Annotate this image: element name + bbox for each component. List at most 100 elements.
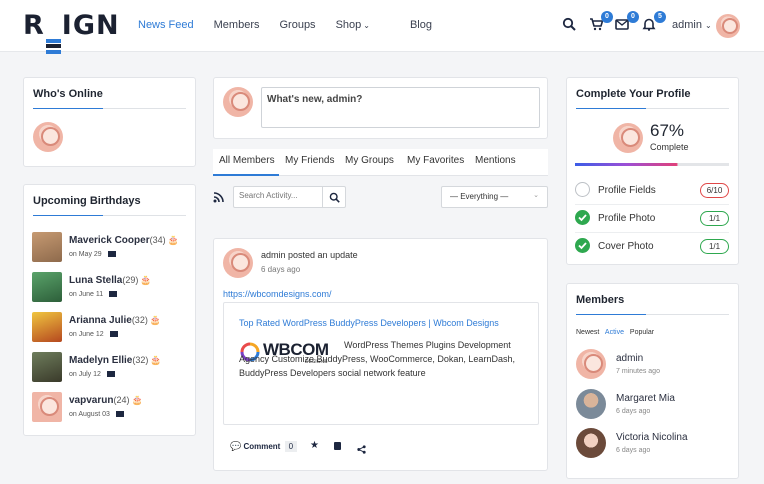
divider <box>576 108 729 109</box>
member-last-active: 6 days ago <box>616 408 651 415</box>
search-button[interactable] <box>322 187 345 207</box>
message-icon[interactable] <box>109 291 118 298</box>
nav-groups[interactable]: Groups <box>279 19 315 31</box>
birthday-name[interactable]: Arianna Julie <box>69 315 132 326</box>
member-photo[interactable] <box>32 312 62 342</box>
member-last-active: 6 days ago <box>616 447 651 454</box>
member-name[interactable]: Margaret Mia <box>616 393 675 404</box>
tab-my-favorites[interactable]: My Favorites <box>407 155 464 166</box>
filter-active[interactable]: Active <box>605 329 624 336</box>
bell-icon[interactable]: 5 <box>642 11 666 33</box>
cart-icon[interactable]: 0 <box>589 11 613 33</box>
comment-count: 0 <box>284 441 298 452</box>
post-link[interactable]: https://wbcomdesigns.com/ <box>223 289 332 299</box>
profile-item[interactable]: Cover Photo 1/1 <box>575 234 729 261</box>
profile-item[interactable]: Profile Fields 6/10 <box>575 178 729 205</box>
tab-all-members[interactable]: All Members <box>219 155 275 166</box>
preview-title[interactable]: Top Rated WordPress BuddyPress Developer… <box>239 318 499 328</box>
birthday-date: on June 12 <box>69 331 104 338</box>
user-menu[interactable]: admin ⌄ <box>672 19 712 31</box>
nav-news-feed[interactable]: News Feed <box>138 19 194 31</box>
nav-shop[interactable]: Shop ⌄ <box>336 19 390 31</box>
messages-icon[interactable]: 0 <box>615 11 639 33</box>
profile-item-label: Profile Photo <box>598 213 656 224</box>
birthday-name[interactable]: Madelyn Ellie <box>69 355 132 366</box>
birthday-item: vapvarun(24) 🎂 on August 03 <box>32 392 202 424</box>
activity-search-input[interactable] <box>239 191 319 200</box>
top-bar: R IGN News Feed Members Groups Shop ⌄ Blog… <box>0 0 764 54</box>
composer-avatar <box>223 87 253 117</box>
comment-button[interactable]: 💬 Comment 0 <box>230 441 298 452</box>
active-tab-indicator <box>213 174 279 176</box>
tab-my-groups[interactable]: My Groups <box>345 155 394 166</box>
member-avatar[interactable] <box>576 349 606 379</box>
tab-mentions[interactable]: Mentions <box>475 155 516 166</box>
filter-popular[interactable]: Popular <box>630 329 654 336</box>
member-photo[interactable] <box>32 352 62 382</box>
chevron-down-icon: ⌄ <box>533 192 539 199</box>
site-logo[interactable]: R IGN <box>23 12 120 54</box>
activity-filter-select[interactable]: — Everything — ⌄ <box>441 186 548 208</box>
filter-newest[interactable]: Newest <box>576 329 599 336</box>
message-icon[interactable] <box>106 371 115 378</box>
birthday-item: Madelyn Ellie(32) 🎂 on July 12 <box>32 352 202 384</box>
birthday-name[interactable]: Maverick Cooper <box>69 235 150 246</box>
birthday-item: Luna Stella(29) 🎂 on June 11 <box>32 272 202 304</box>
member-photo[interactable] <box>32 272 62 302</box>
member-photo[interactable] <box>32 392 62 422</box>
comment-icon: 💬 <box>230 441 242 451</box>
member-photo[interactable] <box>32 232 62 262</box>
profile-completion-title: Complete Your Profile <box>576 88 691 100</box>
birthday-name[interactable]: Luna Stella <box>69 275 122 286</box>
message-icon[interactable] <box>115 411 124 418</box>
chevron-down-icon: ⌄ <box>705 21 712 30</box>
birthday-item: Maverick Cooper(34) 🎂 on May 29 <box>32 232 202 264</box>
message-icon[interactable] <box>107 251 116 258</box>
post-author-avatar[interactable] <box>223 248 253 278</box>
profile-item-label: Cover Photo <box>598 241 654 252</box>
divider <box>33 215 186 216</box>
cake-icon: 🎂 <box>150 355 162 365</box>
profile-item-count: 1/1 <box>700 239 729 254</box>
message-icon[interactable] <box>109 331 118 338</box>
member-avatar[interactable] <box>576 428 606 458</box>
post-composer: What's new, admin? <box>213 77 548 139</box>
comment-label: Comment <box>243 442 281 451</box>
member-name[interactable]: admin <box>616 353 643 364</box>
post-time[interactable]: 6 days ago <box>261 265 300 274</box>
post-author[interactable]: admin <box>261 250 286 260</box>
profile-complete-label: Complete <box>650 142 689 152</box>
member-last-active: 7 minutes ago <box>616 368 660 375</box>
birthday-date: on May 29 <box>69 251 102 258</box>
share-icon[interactable] <box>357 441 366 459</box>
birthday-name[interactable]: vapvarun <box>69 395 113 406</box>
incomplete-circle-icon <box>575 182 590 197</box>
nav-members[interactable]: Members <box>214 19 260 31</box>
divider <box>33 108 186 109</box>
birthday-age: (34) <box>149 235 166 245</box>
whats-new-input[interactable]: What's new, admin? <box>261 87 540 128</box>
cake-icon: 🎂 <box>149 315 162 325</box>
profile-item-count: 6/10 <box>700 183 729 198</box>
tab-my-friends[interactable]: My Friends <box>285 155 334 166</box>
online-member-avatar[interactable] <box>33 122 63 152</box>
star-icon[interactable]: ★ <box>310 440 319 451</box>
birthdays-widget: Upcoming Birthdays Maverick Cooper(34) 🎂 … <box>23 184 196 436</box>
messages-count-badge: 0 <box>627 11 639 23</box>
filter-selected-value: — Everything — <box>450 192 509 201</box>
link-preview[interactable]: Top Rated WordPress BuddyPress Developer… <box>223 302 539 425</box>
search-icon[interactable] <box>562 17 578 33</box>
cake-icon: 🎂 <box>131 395 143 405</box>
birthday-date: on July 12 <box>69 371 101 378</box>
post-action: posted an update <box>288 250 358 260</box>
member-name[interactable]: Victoria Nicolina <box>616 432 688 443</box>
trash-icon[interactable] <box>334 442 341 450</box>
user-avatar[interactable] <box>716 14 740 38</box>
cake-icon: 🎂 <box>140 275 152 285</box>
member-avatar[interactable] <box>576 389 606 419</box>
rss-icon[interactable] <box>213 190 224 208</box>
nav-blog[interactable]: Blog <box>410 19 432 31</box>
members-title: Members <box>576 294 625 306</box>
activity-post: admin posted an update 6 days ago https:… <box>213 238 548 471</box>
profile-item[interactable]: Profile Photo 1/1 <box>575 206 729 233</box>
